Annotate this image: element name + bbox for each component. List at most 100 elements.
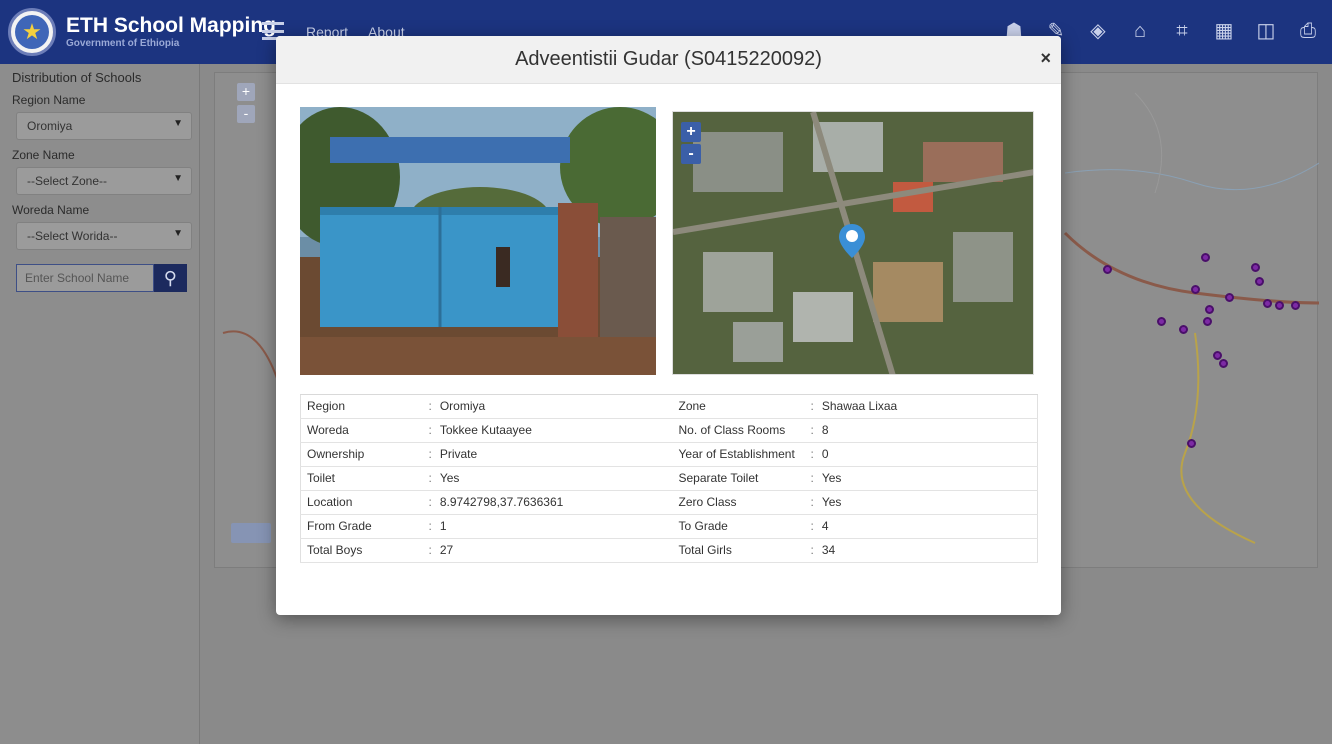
sidebar-title: Distribution of Schools	[12, 70, 142, 85]
map-zoom-out-button[interactable]: -	[237, 105, 255, 123]
info-label: Year of Establishment	[678, 447, 795, 461]
school-marker[interactable]	[1157, 317, 1166, 326]
info-value: Yes	[821, 495, 842, 509]
table-row: Location:8.9742798,37.7636361 Zero Class:…	[300, 490, 1038, 515]
info-value: 34	[821, 543, 836, 557]
region-select-value: Oromiya	[27, 119, 73, 133]
map-icon[interactable]: ▦	[1212, 18, 1236, 44]
school-marker[interactable]	[1291, 301, 1300, 310]
info-value: 0	[821, 447, 829, 461]
info-value: 8.9742798,37.7636361	[439, 495, 564, 509]
colon-separator: :	[428, 447, 432, 461]
pdf-icon[interactable]: ⎙	[1296, 18, 1320, 44]
school-marker[interactable]	[1219, 359, 1228, 368]
sidebar: Distribution of Schools Region Name Orom…	[0, 64, 200, 744]
chevron-down-icon: ▼	[173, 118, 183, 129]
info-label: Woreda	[307, 423, 349, 437]
school-photo	[300, 107, 656, 375]
colon-separator: :	[428, 423, 432, 437]
school-marker[interactable]	[1225, 293, 1234, 302]
layers-icon[interactable]: ◈	[1086, 18, 1110, 44]
split-icon[interactable]: ◫	[1254, 18, 1278, 44]
table-row: From Grade:1 To Grade:4	[300, 514, 1038, 539]
location-pin-icon[interactable]	[839, 224, 865, 258]
colon-separator: :	[428, 399, 432, 413]
colon-separator: :	[810, 543, 814, 557]
close-icon[interactable]: ×	[1040, 48, 1051, 69]
info-label: Separate Toilet	[678, 471, 759, 485]
mini-map-zoom-controls: + -	[681, 122, 701, 164]
school-search: Enter School Name ⚲	[16, 264, 187, 292]
info-label: Total Girls	[678, 543, 732, 557]
colon-separator: :	[428, 519, 432, 533]
school-detail-modal: Adveentistii Gudar (S0415220092) × + - R…	[276, 36, 1061, 615]
info-value: Private	[439, 447, 478, 461]
info-value: Yes	[821, 471, 842, 485]
mini-map-zoom-out-button[interactable]: -	[681, 144, 701, 164]
colon-separator: :	[810, 423, 814, 437]
info-value: Tokkee Kutaayee	[439, 423, 532, 437]
info-value: 1	[439, 519, 447, 533]
chevron-down-icon: ▼	[173, 228, 183, 239]
colon-separator: :	[810, 495, 814, 509]
region-select[interactable]: Oromiya ▼	[16, 112, 192, 140]
info-value: 4	[821, 519, 829, 533]
school-marker[interactable]	[1263, 299, 1272, 308]
info-label: Ownership	[307, 447, 365, 461]
colon-separator: :	[810, 399, 814, 413]
info-label: To Grade	[678, 519, 728, 533]
info-label: Zero Class	[678, 495, 737, 509]
school-marker[interactable]	[1179, 325, 1188, 334]
school-search-input[interactable]: Enter School Name	[16, 264, 154, 292]
info-label: Toilet	[307, 471, 336, 485]
info-value: Yes	[439, 471, 460, 485]
info-label: Total Boys	[307, 543, 363, 557]
zone-select-value: --Select Zone--	[27, 174, 108, 188]
school-marker[interactable]	[1203, 317, 1212, 326]
colon-separator: :	[810, 519, 814, 533]
info-value: 8	[821, 423, 829, 437]
colon-separator: :	[428, 495, 432, 509]
school-info-table: Region: Oromiya Zone: Shawaa Lixaa Woreda: To…	[300, 394, 1038, 563]
app-subtitle: Government of Ethiopia	[66, 38, 180, 49]
info-value: Oromiya	[439, 399, 486, 413]
fullscreen-icon[interactable]: ⌗	[1170, 18, 1194, 44]
info-value: Shawaa Lixaa	[821, 399, 898, 413]
region-label: Region Name	[12, 93, 86, 107]
school-marker[interactable]	[1255, 277, 1264, 286]
school-marker[interactable]	[1187, 439, 1196, 448]
table-row: Ownership: Private Year of Establishment:0	[300, 442, 1038, 467]
colon-separator: :	[428, 543, 432, 557]
info-label: From Grade	[307, 519, 372, 533]
map-zoom-in-button[interactable]: +	[237, 83, 255, 101]
colon-separator: :	[810, 471, 814, 485]
colon-separator: :	[428, 471, 432, 485]
zone-select[interactable]: --Select Zone-- ▼	[16, 167, 192, 195]
table-row: Woreda: Tokkee Kutaayee No. of Class Rooms…	[300, 418, 1038, 443]
school-marker[interactable]	[1275, 301, 1284, 310]
info-label: Zone	[678, 399, 706, 413]
table-row: Region: Oromiya Zone: Shawaa Lixaa	[300, 394, 1038, 419]
school-marker[interactable]	[1103, 265, 1112, 274]
ethiopia-emblem-icon: ★	[8, 8, 56, 56]
school-location-map[interactable]: + -	[672, 111, 1034, 375]
info-label: Region	[307, 399, 346, 413]
school-marker[interactable]	[1205, 305, 1214, 314]
mini-map-zoom-in-button[interactable]: +	[681, 122, 701, 142]
map-layer-button[interactable]	[231, 523, 271, 543]
modal-title: Adveentistii Gudar (S0415220092)	[515, 48, 822, 70]
woreda-select-value: --Select Worida--	[27, 229, 118, 243]
map-zoom-controls: + -	[237, 83, 255, 123]
colon-separator: :	[810, 447, 814, 461]
woreda-select[interactable]: --Select Worida-- ▼	[16, 222, 192, 250]
school-marker[interactable]	[1251, 263, 1260, 272]
brand[interactable]: ★ ETH School Mapping Government of Ethio…	[8, 6, 276, 58]
home-icon[interactable]: ⌂	[1128, 18, 1152, 44]
school-marker[interactable]	[1191, 285, 1200, 294]
woreda-label: Woreda Name	[12, 203, 90, 217]
search-icon[interactable]: ⚲	[153, 264, 187, 292]
school-marker[interactable]	[1201, 253, 1210, 262]
zone-label: Zone Name	[12, 148, 75, 162]
info-value: 27	[439, 543, 454, 557]
app-title: ETH School Mapping	[66, 14, 276, 37]
